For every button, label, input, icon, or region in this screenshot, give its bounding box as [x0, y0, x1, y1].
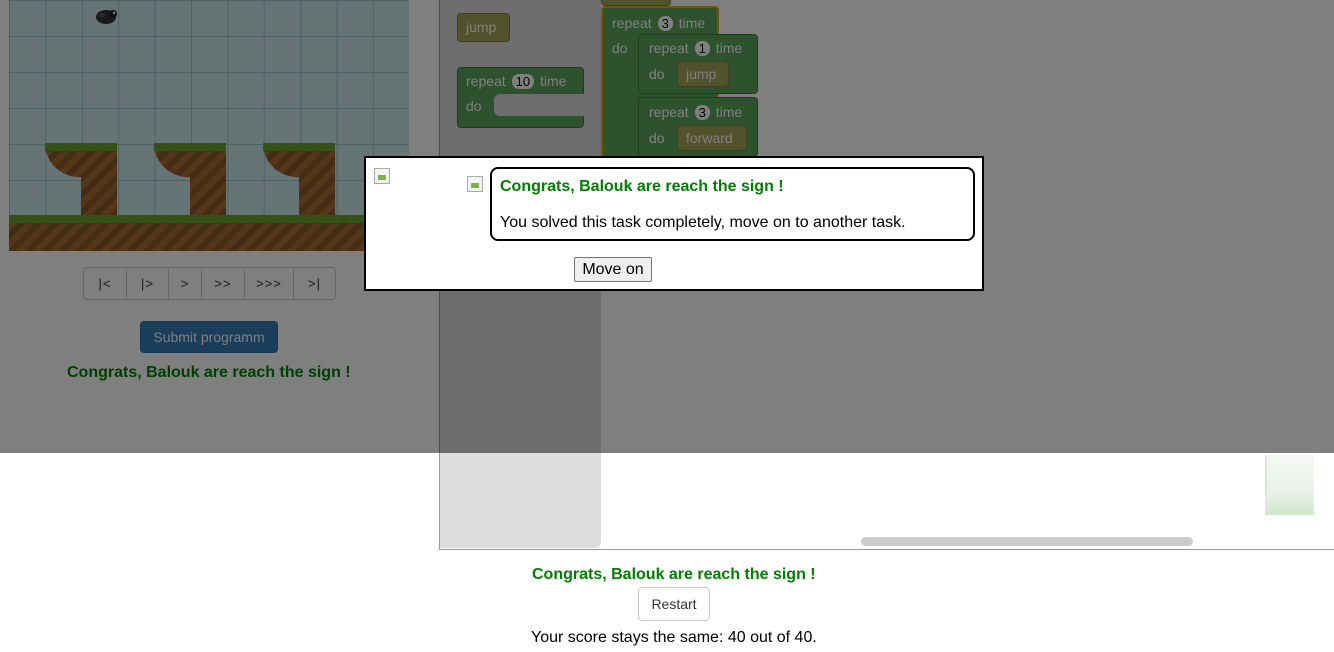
- bottom-status-message: Congrats, Balouk are reach the sign !: [532, 566, 816, 583]
- success-dialog: Congrats, Balouk are reach the sign ! Yo…: [364, 156, 984, 291]
- move-on-button[interactable]: Move on: [574, 257, 652, 282]
- horizontal-scrollbar[interactable]: [861, 537, 1193, 546]
- broken-image-icon: [467, 176, 483, 192]
- speech-bubble: Congrats, Balouk are reach the sign ! Yo…: [490, 167, 975, 241]
- dialog-title: Congrats, Balouk are reach the sign !: [500, 178, 784, 195]
- score-text: Your score stays the same: 40 out of 40.: [531, 629, 817, 646]
- restart-button[interactable]: Restart: [638, 587, 710, 621]
- dialog-message: You solved this task completely, move on…: [500, 214, 906, 231]
- preview-image: [1265, 455, 1314, 515]
- broken-image-icon: [374, 168, 390, 184]
